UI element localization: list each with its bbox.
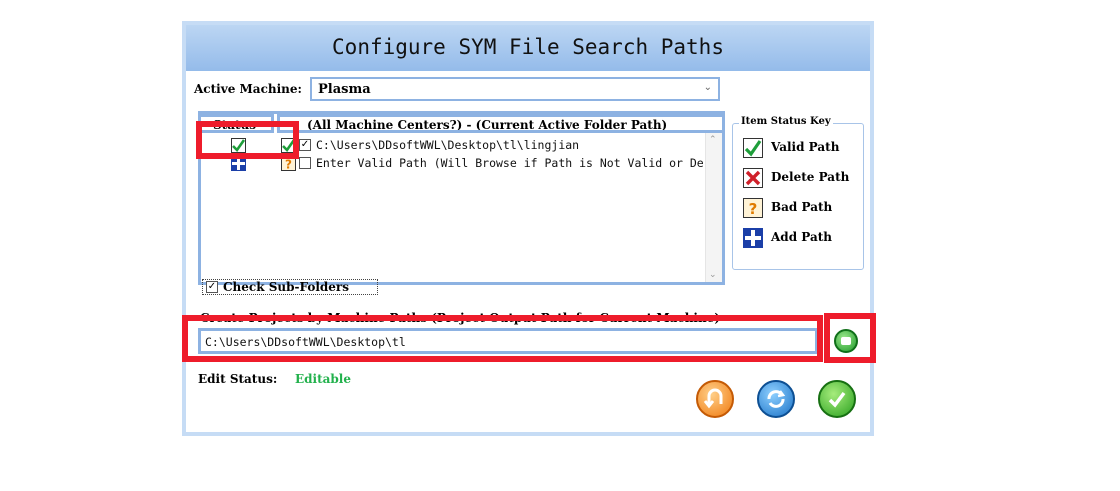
undo-icon [703, 388, 723, 409]
item-status-key: Item Status Key Valid Path Delete Path ?… [732, 116, 864, 270]
check-subfolders-toggle[interactable]: ✓ Check Sub-Folders [202, 279, 378, 295]
svg-text:?: ? [285, 158, 292, 172]
status-key-title: Item Status Key [739, 116, 833, 127]
title-bar: Configure SYM File Search Paths [186, 25, 870, 71]
chevron-down-icon: ⌄ [703, 82, 712, 93]
add-path-icon [743, 228, 763, 248]
undo-button[interactable] [696, 380, 734, 418]
row-path[interactable]: C:\Users\DDsoftWWL\Desktop\tl\lingjian [316, 138, 579, 152]
subfolders-checkbox[interactable]: ✓ [206, 281, 218, 293]
check-icon [828, 391, 846, 408]
key-label: Delete Path [771, 170, 850, 184]
active-machine-value: Plasma [318, 82, 371, 97]
delete-path-icon [743, 168, 763, 188]
path-column-header[interactable]: (All Machine Centers?) - (Current Active… [277, 114, 725, 133]
highlight-output-path [182, 315, 823, 362]
row-checkbox[interactable] [299, 157, 311, 169]
ok-button[interactable] [818, 380, 856, 418]
key-label: Bad Path [771, 200, 833, 214]
highlight-browse-button [824, 313, 876, 363]
valid-path-icon [743, 138, 763, 158]
scroll-up-icon[interactable]: ⌃ [709, 135, 717, 145]
dialog-title: Configure SYM File Search Paths [332, 35, 724, 59]
edit-status-label: Edit Status: [198, 372, 278, 386]
key-label: Valid Path [771, 140, 840, 154]
row-path[interactable]: Enter Valid Path (Will Browse if Path is… [316, 156, 704, 170]
scroll-down-icon[interactable]: ⌄ [709, 270, 717, 280]
configure-dialog: Configure SYM File Search Paths Active M… [182, 21, 874, 436]
row-checkbox[interactable]: ✓ [299, 139, 311, 151]
svg-text:?: ? [749, 200, 758, 218]
bad-path-icon: ? [743, 198, 763, 218]
subfolders-label: Check Sub-Folders [223, 280, 349, 294]
path-header-label: (All Machine Centers?) - (Current Active… [307, 118, 668, 132]
refresh-button[interactable] [757, 380, 795, 418]
active-machine-select[interactable]: Plasma ⌄ [310, 77, 720, 101]
highlight-status-cell [196, 121, 299, 159]
table-scrollbar[interactable]: ⌃ ⌄ [705, 133, 722, 282]
refresh-icon [767, 390, 786, 408]
key-label: Add Path [771, 230, 833, 244]
active-machine-label: Active Machine: [194, 82, 302, 96]
edit-status-value: Editable [295, 372, 351, 386]
